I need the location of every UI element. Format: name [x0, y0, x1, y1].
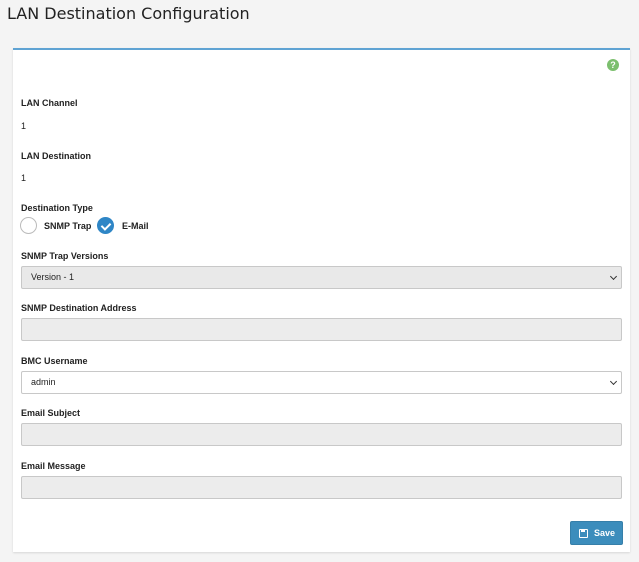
bmc-username-label: BMC Username — [21, 356, 88, 366]
chevron-down-icon — [609, 377, 618, 386]
save-button[interactable]: Save — [570, 521, 623, 545]
help-icon[interactable]: ? — [607, 59, 619, 71]
email-radio-label[interactable]: E-Mail — [122, 221, 149, 231]
email-message-input[interactable] — [21, 476, 622, 499]
lan-destination-label: LAN Destination — [21, 151, 92, 161]
email-subject-input[interactable] — [21, 423, 622, 446]
destination-type-label: Destination Type — [21, 203, 93, 213]
chevron-down-icon — [609, 272, 618, 281]
email-radio-checkmark-icon[interactable] — [97, 217, 114, 234]
snmp-trap-versions-value: Version - 1 — [31, 272, 75, 282]
lan-channel-label: LAN Channel — [21, 98, 78, 108]
snmp-trap-radio-label[interactable]: SNMP Trap — [44, 221, 91, 231]
lan-destination-value: 1 — [21, 173, 27, 183]
bmc-username-select[interactable]: admin — [21, 371, 622, 394]
lan-channel-value: 1 — [21, 121, 27, 131]
snmp-trap-versions-select[interactable]: Version - 1 — [21, 266, 622, 289]
email-message-label: Email Message — [21, 461, 86, 471]
page-title: LAN Destination Configuration — [7, 4, 250, 23]
configuration-panel: ? LAN Channel 1 LAN Destination 1 Destin… — [13, 48, 630, 552]
snmp-destination-address-input[interactable] — [21, 318, 622, 341]
save-button-label: Save — [594, 528, 616, 538]
email-subject-label: Email Subject — [21, 408, 81, 418]
snmp-trap-radio[interactable] — [20, 217, 37, 234]
bmc-username-value: admin — [31, 377, 56, 387]
snmp-destination-address-label: SNMP Destination Address — [21, 303, 137, 313]
floppy-disk-icon — [579, 529, 588, 538]
snmp-trap-versions-label: SNMP Trap Versions — [21, 251, 109, 261]
